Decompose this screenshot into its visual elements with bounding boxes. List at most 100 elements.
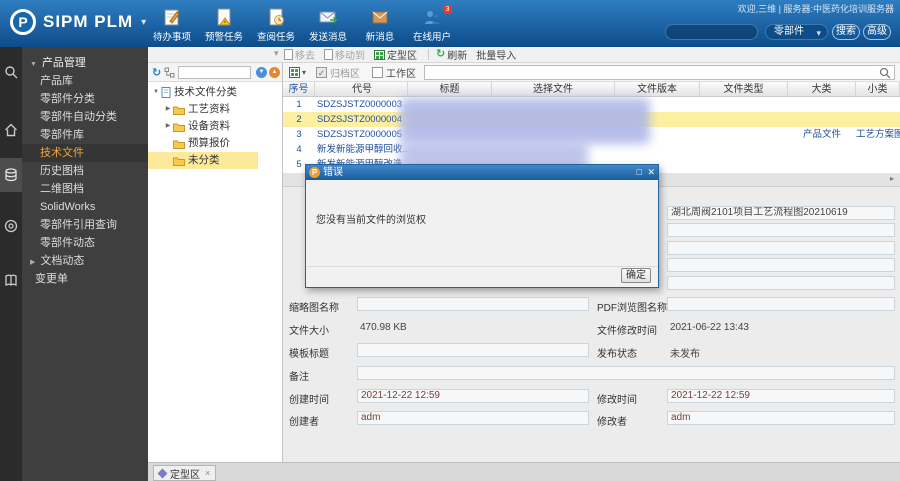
detail-field[interactable] [667,258,895,272]
menu-item-parts-library[interactable]: 零部件库 [22,126,148,144]
file-modified-label: 文件修改时间 [597,322,657,337]
menu-item-change-order[interactable]: 变更单 [22,270,148,288]
pdf-preview-name-field[interactable] [667,297,895,311]
tab-close-icon[interactable]: × [205,468,210,478]
file-modified-value: 2021-06-22 13:43 [670,322,749,333]
col-header-no[interactable]: 序号 [283,82,315,96]
col-header-code[interactable]: 代号 [315,82,408,96]
archive-area-checkbox[interactable]: ✓ [316,67,327,78]
tree-expand-icon[interactable] [164,67,175,78]
rail-support-button[interactable] [0,209,22,243]
app-window: P SIPM PLM ▾ 欢迎,三维 | 服务器:中医药化培训服务器 待办事项 … [0,0,900,481]
classification-tree-panel: ↻ ▼ ▲ ▼ 技术文件分类 ▶ 工艺资料 ▶ 设备资料 预算报价 未分类 [148,63,283,462]
menu-group-docs[interactable]: ▶文档动态 [22,252,148,270]
logo-icon: P [10,9,36,35]
tree-node-unclassified[interactable]: 未分类 [148,152,258,169]
new-message-button[interactable]: 新消息 [354,8,406,43]
modifier-field[interactable]: adm [667,411,895,425]
move-to-button[interactable]: 移动到 [324,47,365,62]
dialog-title-bar[interactable]: P 错误 □ ✕ [306,165,658,180]
folder-icon [173,156,185,166]
detail-field[interactable] [667,223,895,237]
refresh-button[interactable]: ↻刷新 [436,47,467,62]
remarks-label: 备注 [289,368,309,383]
dialog-footer [306,266,658,287]
tree-node-process-data[interactable]: ▶ 工艺资料 [148,101,282,118]
col-header-minor[interactable]: 小类 [856,82,900,96]
col-header-file[interactable]: 选择文件 [492,82,615,96]
remove-button[interactable]: 移去 [284,47,315,62]
tree-node-budget-quote[interactable]: 预算报价 [148,135,282,152]
table-search-input[interactable] [424,65,895,80]
review-tasks-button[interactable]: 查阅任务 [250,8,302,43]
triangle-right-icon: ▶ [30,259,35,266]
col-header-version[interactable]: 文件版本 [615,82,700,96]
menu-item-solidworks[interactable]: SolidWorks [22,198,148,216]
rail-search-button[interactable] [0,55,22,89]
template-title-label: 模板标题 [289,345,329,360]
menu-item-parts-reference[interactable]: 零部件引用查询 [22,216,148,234]
menu-item-parts-autoclass[interactable]: 零部件自动分类 [22,108,148,126]
modify-time-field[interactable]: 2021-12-22 12:59 [667,389,895,403]
menu-item-parts-class[interactable]: 零部件分类 [22,90,148,108]
panel-collapse-icon[interactable]: ▸ [890,174,894,183]
detail-field[interactable] [667,276,895,290]
magnifier-icon[interactable] [879,67,891,79]
table-row[interactable]: 4 新发新能源甲醇回收... [283,142,900,157]
triangle-down-icon[interactable]: ▼ [151,84,161,101]
archive-zone-button[interactable]: 定型区 [374,47,417,62]
collapse-arrow-icon[interactable]: ▾ [274,48,279,59]
triangle-right-icon[interactable]: ▶ [163,101,173,118]
create-time-field[interactable]: 2021-12-22 12:59 [357,389,589,403]
batch-import-button[interactable]: 批量导入 [476,47,516,62]
todo-items-button[interactable]: 待办事项 [146,8,198,43]
search-button[interactable]: 搜索 [832,24,860,40]
menu-item-product-library[interactable]: 产品库 [22,72,148,90]
send-message-button[interactable]: 发送消息 [302,8,354,43]
menu-item-technical-files[interactable]: 技术文件 [22,144,148,162]
col-header-type[interactable]: 文件类型 [700,82,788,96]
work-area-checkbox[interactable] [372,67,383,78]
table-view-icon[interactable] [289,67,300,78]
col-header-major[interactable]: 大类 [788,82,856,96]
tree-node-equipment-data[interactable]: ▶ 设备资料 [148,118,282,135]
tree-search-down-button[interactable]: ▼ [256,67,267,78]
rail-home-button[interactable] [0,113,22,147]
database-icon [4,168,18,182]
col-header-title[interactable]: 标题 [408,82,492,96]
quick-toolbar: 待办事项 预警任务 查阅任务 发送消息 新消息 在线用户 3 [146,8,458,43]
advanced-search-button[interactable]: 高级 [863,24,891,40]
menu-item-parts-dynamic[interactable]: 零部件动态 [22,234,148,252]
tree-search-input[interactable] [178,66,251,79]
rail-book-button[interactable] [0,263,22,297]
title-field[interactable]: 湖北周阀2101项目工艺流程图20210619 [667,206,895,220]
triangle-right-icon[interactable]: ▶ [163,118,173,135]
archive-zone-tab[interactable]: 定型区 × [153,465,216,481]
app-logo[interactable]: P SIPM PLM ▾ [10,9,146,35]
dialog-maximize-icon[interactable]: □ [637,167,642,177]
folder-icon [173,122,185,132]
ok-button[interactable]: 确定 [621,268,651,283]
template-title-field[interactable] [357,343,589,357]
menu-item-2d-drawings[interactable]: 二维图档 [22,180,148,198]
tree-search-up-button[interactable]: ▲ [269,67,280,78]
tree-root[interactable]: ▼ 技术文件分类 [148,84,282,101]
tree-refresh-icon[interactable]: ↻ [152,66,161,79]
folder-icon [173,105,185,115]
alert-tasks-button[interactable]: 预警任务 [198,8,250,43]
create-time-label: 创建时间 [289,391,329,406]
folder-icon [173,139,185,149]
chevron-down-icon[interactable]: ▾ [302,68,306,77]
release-status-label: 发布状态 [597,345,637,360]
creator-field[interactable]: adm [357,411,589,425]
dialog-close-icon[interactable]: ✕ [647,167,655,177]
global-search-input[interactable] [665,24,758,40]
menu-group-product[interactable]: ▼产品管理 [22,54,148,72]
thumbnail-name-field[interactable] [357,297,589,311]
search-category-dropdown[interactable]: 零部件 ▾ [765,24,828,40]
online-users-button[interactable]: 在线用户 3 [406,8,458,43]
detail-field[interactable] [667,241,895,255]
menu-item-history-drawings[interactable]: 历史图档 [22,162,148,180]
rail-database-button[interactable] [0,158,22,192]
remarks-field[interactable] [357,366,895,380]
